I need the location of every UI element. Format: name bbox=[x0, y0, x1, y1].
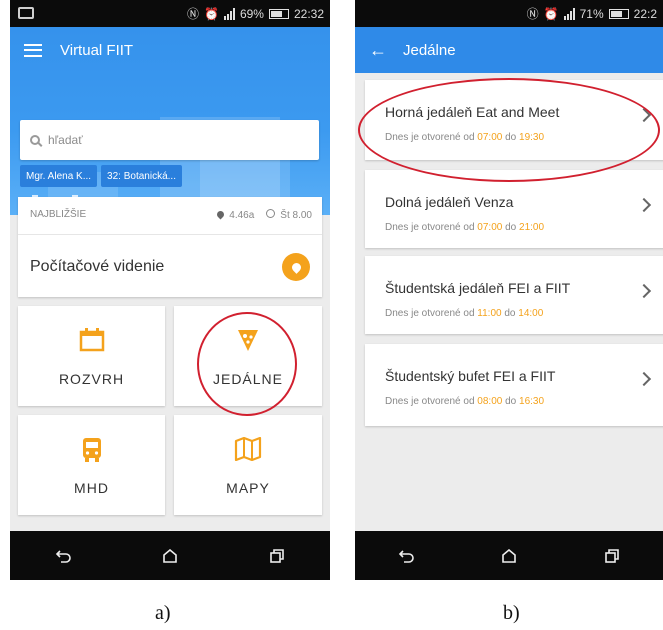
home-icon bbox=[163, 548, 177, 563]
divider bbox=[18, 234, 322, 235]
back-icon bbox=[56, 549, 72, 563]
tile-label: MAPY bbox=[226, 480, 270, 496]
alarm-icon: ⏰ bbox=[543, 6, 559, 21]
system-nav-bar bbox=[10, 531, 330, 580]
menu-icon[interactable] bbox=[24, 43, 42, 57]
home-nav-button[interactable] bbox=[155, 541, 185, 571]
back-icon bbox=[399, 549, 415, 563]
app-bar: ← Jedálne bbox=[355, 27, 663, 73]
app-bar: Virtual FIIT bbox=[10, 27, 330, 73]
system-nav-bar bbox=[355, 531, 663, 580]
status-time: 22:32 bbox=[293, 6, 324, 21]
battery-icon bbox=[608, 8, 629, 19]
status-bar: Ⓝ ⏰ 69% 22:32 bbox=[10, 0, 330, 27]
caption-b: b) bbox=[503, 602, 520, 624]
back-arrow-icon[interactable]: ← bbox=[369, 41, 387, 59]
location-pin-icon bbox=[289, 260, 303, 274]
status-bar: Ⓝ ⏰ 71% 22:2 bbox=[355, 0, 663, 27]
search-placeholder: hľadať bbox=[48, 133, 83, 147]
nearest-time: Št 8.00 bbox=[280, 210, 312, 221]
bus-icon bbox=[82, 438, 101, 462]
chevron-right-icon bbox=[636, 283, 652, 299]
back-nav-button[interactable] bbox=[48, 541, 78, 571]
tile-mapy[interactable]: MAPY bbox=[174, 415, 322, 515]
tile-jedalne[interactable]: JEDÁLNE bbox=[174, 306, 322, 406]
nearest-room: 4.46a bbox=[229, 209, 255, 221]
canteen-name: Študentský bufet FEI a FIIT bbox=[385, 368, 556, 384]
back-nav-button[interactable] bbox=[391, 541, 421, 571]
canteen-name: Študentská jedáleň FEI a FIIT bbox=[385, 280, 571, 296]
chip-room[interactable]: 32: Botanická... bbox=[101, 165, 182, 187]
canteen-list-item[interactable]: Horná jedáleň Eat and Meet Dnes je otvor… bbox=[365, 80, 663, 160]
signal-icon bbox=[563, 7, 575, 20]
canteen-hours: Dnes je otvorené od 08:00 do 16:30 bbox=[385, 396, 545, 407]
tile-label: ROZVRH bbox=[58, 371, 125, 387]
canteen-name: Dolná jedáleň Venza bbox=[385, 194, 514, 210]
quick-chips: Mgr. Alena K... 32: Botanická... bbox=[20, 165, 182, 187]
search-icon bbox=[30, 135, 40, 145]
tile-label: JEDÁLNE bbox=[212, 371, 284, 387]
canteen-list-item[interactable]: Študentský bufet FEI a FIIT Dnes je otvo… bbox=[365, 344, 663, 426]
location-pin-icon bbox=[215, 209, 226, 219]
chevron-right-icon bbox=[636, 371, 652, 387]
status-time: 22:2 bbox=[633, 6, 657, 21]
calendar-icon bbox=[79, 328, 104, 352]
pizza-icon bbox=[238, 330, 258, 351]
tile-rozvrh[interactable]: ROZVRH bbox=[18, 306, 165, 406]
app-title: Jedálne bbox=[403, 41, 456, 59]
recents-icon bbox=[604, 548, 619, 563]
chip-teacher[interactable]: Mgr. Alena K... bbox=[20, 165, 98, 187]
battery-icon bbox=[268, 8, 289, 19]
home-nav-button[interactable] bbox=[494, 541, 524, 571]
nearest-label: NAJBLIŽŠIE bbox=[30, 209, 87, 220]
nfc-icon: Ⓝ bbox=[186, 7, 199, 21]
signal-icon bbox=[223, 7, 235, 20]
battery-percent: 71% bbox=[579, 6, 604, 21]
canteen-hours: Dnes je otvorené od 07:00 do 19:30 bbox=[385, 132, 545, 143]
recents-nav-button[interactable] bbox=[597, 541, 627, 571]
search-input[interactable]: hľadať bbox=[20, 120, 319, 160]
nearest-class-card[interactable]: NAJBLIŽŠIE 4.46a Št 8.00 Počítačové vide… bbox=[18, 197, 322, 297]
canteen-list-item[interactable]: Dolná jedáleň Venza Dnes je otvorené od … bbox=[365, 170, 663, 248]
phone-screen-main: hľadať Mgr. Alena K... 32: Botanická... … bbox=[10, 0, 330, 580]
alarm-icon: ⏰ bbox=[203, 6, 219, 21]
phone-screen-canteens: Ⓝ ⏰ 71% 22:2 ← Jedálne Horná jedáleň Eat… bbox=[355, 0, 663, 580]
tile-mhd[interactable]: MHD bbox=[18, 415, 165, 515]
map-icon bbox=[234, 437, 262, 461]
app-title: Virtual FIIT bbox=[60, 41, 134, 59]
canteen-name: Horná jedáleň Eat and Meet bbox=[385, 104, 560, 120]
nearest-course-name: Počítačové videnie bbox=[30, 258, 165, 275]
chevron-right-icon bbox=[636, 107, 652, 123]
caption-a: a) bbox=[155, 602, 171, 624]
tile-label: MHD bbox=[74, 480, 109, 496]
navigate-button[interactable] bbox=[282, 253, 310, 281]
home-icon bbox=[502, 548, 516, 563]
notification-icon bbox=[18, 7, 34, 19]
battery-percent: 69% bbox=[239, 6, 264, 21]
recents-icon bbox=[269, 548, 284, 563]
canteen-hours: Dnes je otvorené od 07:00 do 21:00 bbox=[385, 222, 545, 233]
chevron-right-icon bbox=[636, 197, 652, 213]
canteen-list-item[interactable]: Študentská jedáleň FEI a FIIT Dnes je ot… bbox=[365, 256, 663, 334]
clock-icon bbox=[266, 209, 276, 218]
recents-nav-button[interactable] bbox=[262, 541, 292, 571]
nfc-icon: Ⓝ bbox=[526, 7, 539, 21]
canteen-hours: Dnes je otvorené od 11:00 do 14:00 bbox=[385, 308, 544, 319]
